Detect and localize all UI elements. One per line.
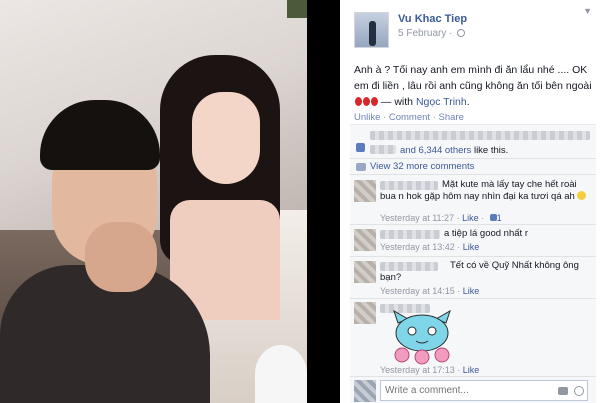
comment-text: Tết có về Quỹ Nhất không ông bạn? xyxy=(380,260,580,284)
comment-composer xyxy=(350,377,596,403)
globe-icon xyxy=(457,29,466,37)
separator: · xyxy=(383,112,387,123)
commenter-avatar[interactable] xyxy=(354,229,376,251)
comment-like-count[interactable]: 1 xyxy=(497,213,502,223)
author-name[interactable]: Vu Khac Tiep xyxy=(398,13,467,25)
author-avatar[interactable] xyxy=(354,12,389,48)
comment-time[interactable]: Yesterday at 14:15 xyxy=(380,286,455,296)
view-more-comments[interactable]: View 32 more comments xyxy=(350,159,596,175)
comment-text: Mặt kute mà lấy tay che hết roài bua n h… xyxy=(380,179,590,203)
comment-text: a tiệp lá good nhất r xyxy=(380,228,590,240)
post-photo[interactable] xyxy=(0,0,307,403)
view-more-label[interactable]: View 32 more comments xyxy=(370,161,474,172)
comment-link[interactable]: Comment xyxy=(389,112,430,123)
comment-body: Mặt kute mà lấy tay che hết roài bua n h… xyxy=(380,179,577,202)
share-link[interactable]: Share xyxy=(439,112,464,123)
commenter-avatar[interactable] xyxy=(354,180,376,202)
post-actions: Unlike · Comment · Share xyxy=(354,112,464,123)
separator: · xyxy=(432,112,436,123)
comment-like-link[interactable]: Like xyxy=(463,242,480,252)
like-thumb-icon xyxy=(356,143,365,152)
comment-time[interactable]: Yesterday at 11:27 xyxy=(380,213,454,223)
unlike-link[interactable]: Unlike xyxy=(354,112,380,123)
comment-item: a tiệp lá good nhất r Yesterday at 13:42… xyxy=(350,225,596,257)
comment-time[interactable]: Yesterday at 17:13 xyxy=(380,365,455,375)
tagged-person[interactable]: Ngọc Trinh xyxy=(416,96,467,108)
post-header: Vu Khac Tiep 5 February · ▼ xyxy=(340,0,600,56)
blurred-names xyxy=(370,145,396,154)
camera-icon[interactable] xyxy=(558,387,568,395)
comment-like-link[interactable]: Like xyxy=(462,213,479,223)
likes-suffix: like this. xyxy=(473,145,509,156)
likes-summary: and 6,344 others like this. xyxy=(400,145,508,156)
cup xyxy=(255,345,307,403)
post-time-label[interactable]: 5 February xyxy=(398,28,446,39)
comment-meta: Yesterday at 17:13 · Like xyxy=(380,365,480,375)
likes-row: and 6,344 others like this. xyxy=(350,129,596,159)
comment-like-link[interactable]: Like xyxy=(463,365,480,375)
man-hand xyxy=(85,222,157,292)
balloon-icon xyxy=(355,97,362,106)
comment-body: a tiệp lá good nhất r xyxy=(444,228,528,239)
like-thumb-icon xyxy=(489,214,497,221)
comment-like-link[interactable]: Like xyxy=(463,286,480,296)
comment-item: Mặt kute mà lấy tay che hết roài bua n h… xyxy=(350,176,596,225)
others-link[interactable]: and 6,344 others xyxy=(400,145,471,156)
commenter-avatar[interactable] xyxy=(354,261,376,283)
comment-body: Tết có về Quỹ Nhất không ông bạn? xyxy=(380,260,579,283)
post-side-panel: Vu Khac Tiep 5 February · ▼ Anh à ? Tối … xyxy=(340,0,600,403)
comment-meta: Yesterday at 13:42 · Like xyxy=(380,242,480,252)
chevron-down-icon[interactable]: ▼ xyxy=(583,6,592,16)
commenter-avatar[interactable] xyxy=(354,302,376,324)
post-text: Anh à ? Tối nay anh em mình đi ăn lẩu nh… xyxy=(354,64,592,108)
cat-sticker[interactable] xyxy=(390,309,454,365)
balloon-icon xyxy=(371,97,378,106)
comment-meta: Yesterday at 14:15 · Like xyxy=(380,286,480,296)
comment-input[interactable] xyxy=(380,380,588,401)
emoji-icon xyxy=(577,191,587,200)
comment-item: Yesterday at 17:13 · Like xyxy=(350,299,596,377)
comment-meta: Yesterday at 11:27 · Like · 1 xyxy=(380,213,502,223)
comment-time[interactable]: Yesterday at 13:42 xyxy=(380,242,455,252)
post-body: Anh à ? Tối nay anh em mình đi ăn lẩu nh… xyxy=(354,64,592,92)
viewer-avatar xyxy=(354,380,376,402)
comment-bubble-icon xyxy=(356,163,366,171)
post-time[interactable]: 5 February · xyxy=(398,28,466,39)
woman-face xyxy=(192,92,260,184)
balloon-icon xyxy=(363,97,370,106)
feedback-section: and 6,344 others like this. View 32 more… xyxy=(350,124,596,403)
photo-corner xyxy=(287,0,307,18)
smile-icon[interactable] xyxy=(574,386,584,396)
with-label: — with xyxy=(380,96,414,108)
blurred-names xyxy=(370,131,590,140)
comment-item: Tết có về Quỹ Nhất không ông bạn? Yester… xyxy=(350,257,596,299)
